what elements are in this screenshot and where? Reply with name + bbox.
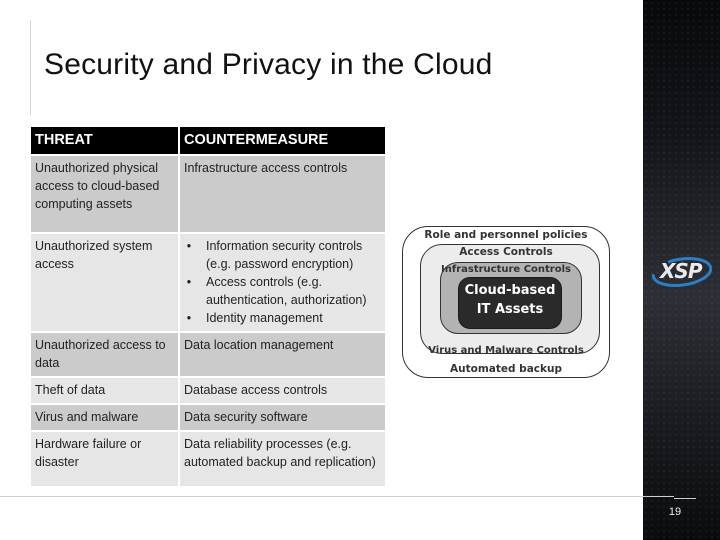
xsp-logo: XSP xyxy=(650,255,713,289)
bullet-icon: • xyxy=(186,239,192,253)
layer-label: Role and personnel policies xyxy=(424,229,588,241)
list-item-text: Access controls (e.g. authentication, au… xyxy=(206,275,367,307)
table-header-row: THREAT COUNTERMEASURE xyxy=(31,127,385,154)
threat-cell: Unauthorized access to data xyxy=(31,333,178,376)
header-countermeasure: COUNTERMEASURE xyxy=(180,127,385,154)
countermeasure-cell: Database access controls xyxy=(180,378,385,403)
table-row: Hardware failure or disaster Data reliab… xyxy=(31,432,385,486)
list-item-text: Identity management xyxy=(206,311,323,325)
threat-cell: Hardware failure or disaster xyxy=(31,432,178,486)
header-threat: THREAT xyxy=(31,127,178,154)
table-row: Theft of data Database access controls xyxy=(31,378,385,403)
table-row: Unauthorized system access • Information … xyxy=(31,234,385,331)
countermeasure-cell: Data security software xyxy=(180,405,385,430)
logo-text: XSP xyxy=(660,259,702,283)
countermeasure-cell: Infrastructure access controls xyxy=(180,156,385,232)
title-divider xyxy=(30,20,31,115)
threat-cell: Theft of data xyxy=(31,378,178,403)
footer-divider xyxy=(0,496,674,497)
bullet-icon: • xyxy=(186,311,192,325)
threat-cell: Virus and malware xyxy=(31,405,178,430)
threat-cell: Unauthorized system access xyxy=(31,234,178,331)
threat-countermeasure-table: THREAT COUNTERMEASURE Unauthorized physi… xyxy=(29,125,387,488)
countermeasure-cell: Data location management xyxy=(180,333,385,376)
footer-divider-accent xyxy=(674,498,696,499)
security-layers-diagram: Role and personnel policies Access Contr… xyxy=(402,226,610,378)
core-label-line: IT Assets xyxy=(476,302,544,317)
table-row: Virus and malware Data security software xyxy=(31,405,385,430)
list-item: • Information security controls (e.g. pas… xyxy=(187,237,379,273)
table-row: Unauthorized access to data Data locatio… xyxy=(31,333,385,376)
countermeasure-cell: Data reliability processes (e.g. automat… xyxy=(180,432,385,486)
core-label: Cloud-based IT Assets xyxy=(458,281,562,319)
layer-label: Automated backup xyxy=(450,363,562,375)
list-item: • Access controls (e.g. authentication, a… xyxy=(187,273,379,309)
countermeasure-cell: • Information security controls (e.g. pas… xyxy=(180,234,385,331)
list-item-text: Information security controls (e.g. pass… xyxy=(206,239,363,271)
countermeasure-list: • Information security controls (e.g. pas… xyxy=(184,237,379,327)
slide-title: Security and Privacy in the Cloud xyxy=(44,48,493,81)
core-label-line: Cloud-based xyxy=(464,283,556,298)
layer-label: Virus and Malware Controls xyxy=(428,345,584,356)
list-item: • Identity management xyxy=(187,309,379,327)
page-number: 19 xyxy=(668,506,682,518)
threat-cell: Unauthorized physical access to cloud-ba… xyxy=(31,156,178,232)
bullet-icon: • xyxy=(186,275,192,289)
layer-label: Access Controls xyxy=(459,246,553,258)
layer-label: Infrastructure Controls xyxy=(441,264,571,275)
table-row: Unauthorized physical access to cloud-ba… xyxy=(31,156,385,232)
